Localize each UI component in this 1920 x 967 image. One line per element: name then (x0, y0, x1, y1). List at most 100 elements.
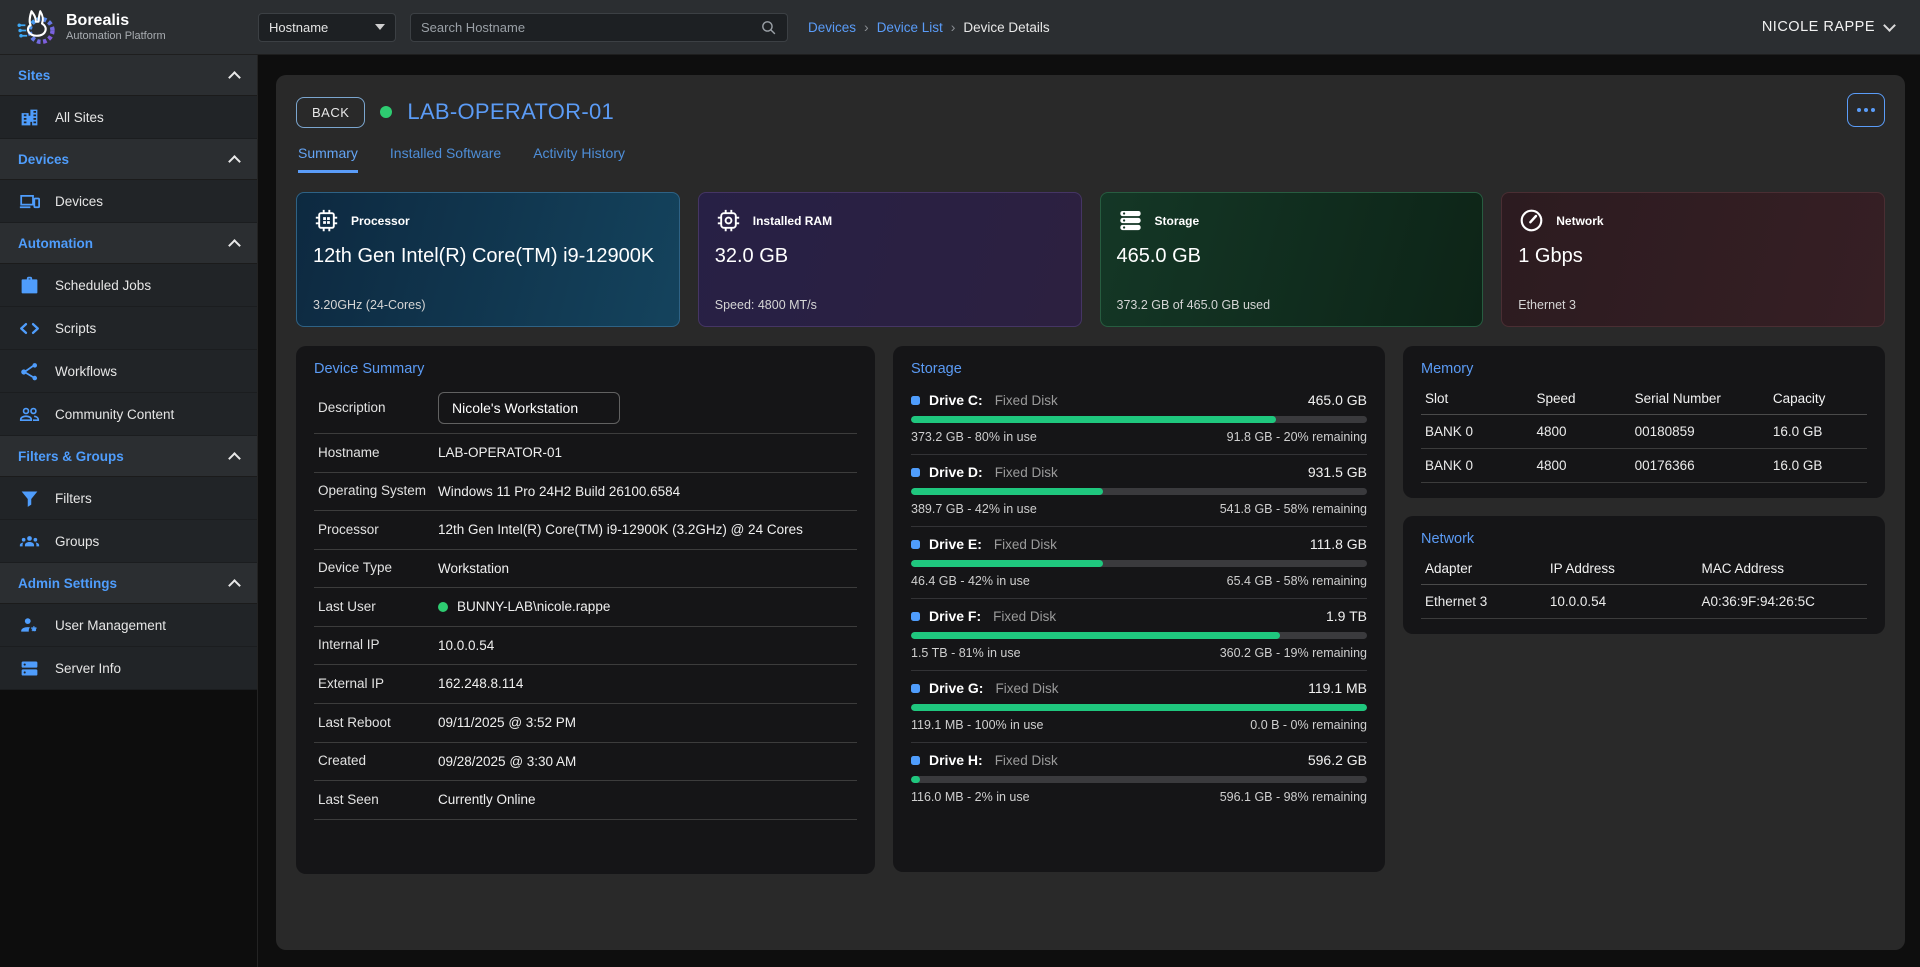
drive-usage-bar (911, 560, 1367, 567)
summary-row-description: Description (314, 383, 857, 434)
network-card: Network 1 Gbps Ethernet 3 (1501, 192, 1885, 327)
row-value: 162.248.8.114 (438, 674, 523, 694)
stat-footer: 373.2 GB of 465.0 GB used (1117, 298, 1467, 312)
sidebar-item-devices[interactable]: Devices (0, 180, 257, 223)
summary-row-hostname: Hostname LAB-OPERATOR-01 (314, 434, 857, 473)
sidebar-item-scheduled-jobs[interactable]: Scheduled Jobs (0, 264, 257, 307)
device-summary-panel: Device Summary Description Hostname LAB-… (296, 346, 875, 874)
sidebar-item-user-management[interactable]: User Management (0, 604, 257, 647)
device-title: LAB-OPERATOR-01 (407, 99, 614, 125)
section-label: Sites (18, 68, 50, 83)
description-input[interactable] (438, 392, 620, 424)
back-button[interactable]: BACK (296, 97, 365, 128)
drive-bullet-icon (911, 468, 920, 477)
drive-usage-bar (911, 488, 1367, 495)
row-label: Last Seen (318, 791, 438, 809)
table-row: BANK 0 4800 00176366 16.0 GB (1421, 449, 1867, 483)
drive-name: Drive D: (929, 464, 983, 480)
installed-ram-card: Installed RAM 32.0 GB Speed: 4800 MT/s (698, 192, 1082, 327)
drive-size: 465.0 GB (1308, 392, 1367, 408)
user-menu[interactable]: NICOLE RAPPE (1762, 19, 1920, 35)
stat-footer: Ethernet 3 (1518, 298, 1868, 312)
network-panel: Network Adapter IP Address MAC Address E… (1403, 516, 1885, 634)
row-value: Currently Online (438, 790, 536, 810)
drive-row-g: Drive G: Fixed Disk 119.1 MB 119.1 MB - … (911, 671, 1367, 743)
breadcrumb-device-details: Device Details (963, 20, 1049, 35)
sidebar-item-label: User Management (55, 618, 166, 633)
breadcrumb-devices[interactable]: Devices (808, 20, 856, 35)
tab-installed-software[interactable]: Installed Software (390, 145, 501, 173)
drive-bullet-icon (911, 756, 920, 765)
panel-title: Device Summary (314, 361, 857, 377)
drive-name: Drive C: (929, 392, 983, 408)
sidebar-item-scripts[interactable]: Scripts (0, 307, 257, 350)
section-label: Filters & Groups (18, 449, 124, 464)
tab-summary[interactable]: Summary (298, 145, 358, 173)
row-label: Last Reboot (318, 714, 438, 732)
sidebar-section-admin-settings[interactable]: Admin Settings (0, 563, 257, 604)
stat-footer: 3.20GHz (24-Cores) (313, 298, 663, 312)
sidebar-section-sites[interactable]: Sites (0, 55, 257, 96)
sidebar-item-all-sites[interactable]: All Sites (0, 96, 257, 139)
row-label: Hostname (318, 444, 438, 462)
row-label: Operating System (318, 482, 438, 500)
search-icon[interactable] (760, 19, 777, 36)
breadcrumb-separator: › (864, 19, 869, 35)
row-label: Device Type (318, 559, 438, 577)
drive-row-h: Drive H: Fixed Disk 596.2 GB 116.0 MB - … (911, 743, 1367, 814)
sidebar-item-workflows[interactable]: Workflows (0, 350, 257, 393)
sidebar-item-label: Devices (55, 194, 103, 209)
drive-row-d: Drive D: Fixed Disk 931.5 GB 389.7 GB - … (911, 455, 1367, 527)
top-bar: Borealis Automation Platform Hostname De… (0, 0, 1920, 55)
drive-name: Drive H: (929, 752, 983, 768)
row-value: 09/11/2025 @ 3:52 PM (438, 713, 576, 733)
sidebar-item-filters[interactable]: Filters (0, 477, 257, 520)
sidebar-item-groups[interactable]: Groups (0, 520, 257, 563)
tab-activity-history[interactable]: Activity History (533, 145, 625, 173)
network-table: Adapter IP Address MAC Address Ethernet … (1421, 553, 1867, 619)
stat-value: 1 Gbps (1518, 245, 1868, 268)
sidebar-section-automation[interactable]: Automation (0, 223, 257, 264)
workflow-icon (19, 361, 40, 382)
sidebar-item-community-content[interactable]: Community Content (0, 393, 257, 436)
hostname-filter-select[interactable]: Hostname (258, 13, 396, 42)
row-value: LAB-OPERATOR-01 (438, 443, 562, 463)
drive-remaining: 596.1 GB - 98% remaining (1220, 790, 1367, 804)
drive-row-f: Drive F: Fixed Disk 1.9 TB 1.5 TB - 81% … (911, 599, 1367, 671)
sidebar-item-server-info[interactable]: Server Info (0, 647, 257, 690)
stat-footer: Speed: 4800 MT/s (715, 298, 1065, 312)
chevron-up-icon (228, 71, 241, 84)
drive-usage-bar (911, 632, 1367, 639)
col-header-slot: Slot (1421, 383, 1533, 415)
cpu-icon (313, 207, 340, 234)
summary-row-external-ip: External IP 162.248.8.114 (314, 665, 857, 704)
user-gear-icon (19, 615, 40, 636)
drive-bullet-icon (911, 612, 920, 621)
code-icon (19, 318, 40, 339)
summary-row-created: Created 09/28/2025 @ 3:30 AM (314, 743, 857, 782)
sidebar-section-filters-groups[interactable]: Filters & Groups (0, 436, 257, 477)
sidebar-item-label: Filters (55, 491, 92, 506)
breadcrumb-device-list[interactable]: Device List (877, 20, 943, 35)
online-status-dot (380, 106, 392, 118)
drive-used: 116.0 MB - 2% in use (911, 790, 1030, 804)
drive-size: 111.8 GB (1310, 536, 1367, 552)
row-label: Internal IP (318, 636, 438, 654)
drive-used: 389.7 GB - 42% in use (911, 502, 1037, 516)
more-options-button[interactable] (1847, 93, 1885, 127)
col-header-capacity: Capacity (1769, 383, 1867, 415)
col-header-adapter: Adapter (1421, 553, 1546, 585)
search-input[interactable] (421, 20, 760, 35)
row-value: Workstation (438, 559, 509, 579)
stat-label: Storage (1155, 214, 1200, 228)
drive-used: 46.4 GB - 42% in use (911, 574, 1030, 588)
row-label: Processor (318, 521, 438, 539)
building-icon (19, 107, 40, 128)
drive-size: 1.9 TB (1326, 608, 1367, 624)
drive-name: Drive E: (929, 536, 982, 552)
storage-card: Storage 465.0 GB 373.2 GB of 465.0 GB us… (1100, 192, 1484, 327)
sidebar-section-devices[interactable]: Devices (0, 139, 257, 180)
sidebar-item-label: Server Info (55, 661, 121, 676)
drive-remaining: 0.0 B - 0% remaining (1250, 718, 1367, 732)
drive-remaining: 65.4 GB - 58% remaining (1227, 574, 1367, 588)
